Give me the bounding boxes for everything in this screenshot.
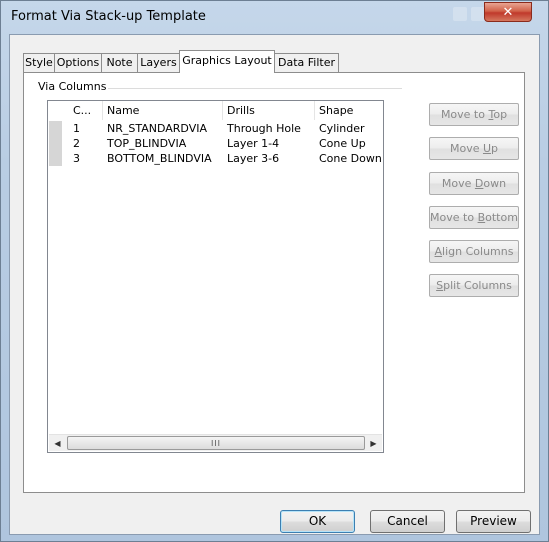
cell-number: 2 — [73, 137, 80, 150]
tab-graphics-layout[interactable]: Graphics Layout — [179, 50, 275, 73]
move-down-button[interactable]: Move Down — [429, 172, 519, 195]
cell-drills: Layer 1-4 — [227, 137, 280, 150]
chevron-left-icon: ◀ — [54, 438, 61, 448]
tab-style[interactable]: Style — [23, 53, 55, 72]
cell-shape: Cone Up — [319, 137, 366, 150]
column-header-name[interactable]: Name — [103, 101, 223, 120]
table-row[interactable]: 2 TOP_BLINDVIA Layer 1-4 Cone Up — [48, 136, 383, 151]
button-label: Move — [449, 142, 483, 155]
row-handle[interactable] — [49, 136, 62, 151]
move-up-button[interactable]: Move Up — [429, 137, 519, 160]
move-to-bottom-button[interactable]: Move to Bottom — [429, 206, 519, 229]
mnemonic-key: U — [482, 142, 492, 155]
tab-data-filter[interactable]: Data Filter — [274, 53, 339, 72]
graphics-layout-panel: Via Columns C... Name Drills Shape 1 NR_… — [23, 72, 525, 493]
button-label: op — [493, 108, 508, 121]
cell-drills: Layer 3-6 — [227, 152, 280, 165]
chevron-right-icon: ▶ — [370, 438, 377, 448]
cell-shape: Cone Down — [319, 152, 382, 165]
button-label: ottom — [485, 211, 518, 224]
row-handle[interactable] — [49, 151, 62, 166]
table-row[interactable]: 3 BOTTOM_BLINDVIA Layer 3-6 Cone Down — [48, 151, 383, 166]
scroll-right-button[interactable]: ▶ — [365, 435, 382, 451]
mnemonic-key: B — [477, 211, 486, 224]
tab-note[interactable]: Note — [101, 53, 138, 72]
button-label: Move to — [440, 108, 489, 121]
cell-name: BOTTOM_BLINDVIA — [107, 152, 212, 165]
cell-shape: Cylinder — [319, 122, 365, 135]
horizontal-scrollbar[interactable]: ◀ III ▶ — [49, 434, 382, 451]
button-label: Move — [441, 177, 475, 190]
dialog-client-area: Style Options Note Layers Graphics Layou… — [9, 34, 540, 535]
window-title: Format Via Stack-up Template — [11, 9, 206, 24]
group-divider — [104, 88, 402, 89]
via-columns-list[interactable]: C... Name Drills Shape 1 NR_STANDARDVIA … — [47, 100, 384, 453]
table-row[interactable]: 1 NR_STANDARDVIA Through Hole Cylinder — [48, 121, 383, 136]
close-icon: ✕ — [502, 4, 514, 20]
scroll-left-button[interactable]: ◀ — [49, 435, 66, 451]
split-columns-button[interactable]: Split Columns — [429, 274, 519, 297]
maximize-icon — [471, 7, 485, 21]
tab-options[interactable]: Options — [54, 53, 102, 72]
cell-name: TOP_BLINDVIA — [107, 137, 187, 150]
title-bar[interactable]: Format Via Stack-up Template ✕ — [1, 1, 548, 35]
cell-number: 1 — [73, 122, 80, 135]
scrollbar-thumb[interactable]: III — [67, 436, 365, 450]
tab-layers[interactable]: Layers — [137, 53, 180, 72]
align-columns-button[interactable]: Align Columns — [429, 240, 519, 263]
button-label: p — [491, 142, 499, 155]
close-button[interactable]: ✕ — [484, 2, 532, 22]
column-header-drills[interactable]: Drills — [223, 101, 315, 120]
mnemonic-key: A — [434, 245, 443, 258]
cell-name: NR_STANDARDVIA — [107, 122, 207, 135]
cancel-button[interactable]: Cancel — [370, 510, 445, 533]
button-label: Move to — [430, 211, 478, 224]
grip-icon: III — [210, 438, 222, 448]
column-header-number[interactable]: C... — [69, 101, 103, 120]
dialog-window: Format Via Stack-up Template ✕ Style Opt… — [0, 0, 549, 542]
button-label: plit Columns — [443, 279, 512, 292]
move-to-top-button[interactable]: Move to Top — [429, 103, 519, 126]
ok-button[interactable]: OK — [280, 510, 355, 533]
cell-drills: Through Hole — [227, 122, 301, 135]
row-handle[interactable] — [49, 121, 62, 136]
via-columns-group-label: Via Columns — [36, 80, 109, 93]
column-header-shape[interactable]: Shape — [315, 101, 383, 120]
minimize-icon — [453, 7, 467, 21]
button-label: lign Columns — [442, 245, 514, 258]
preview-button[interactable]: Preview — [456, 510, 531, 533]
list-header: C... Name Drills Shape — [48, 101, 383, 120]
cell-number: 3 — [73, 152, 80, 165]
button-label: own — [483, 177, 507, 190]
